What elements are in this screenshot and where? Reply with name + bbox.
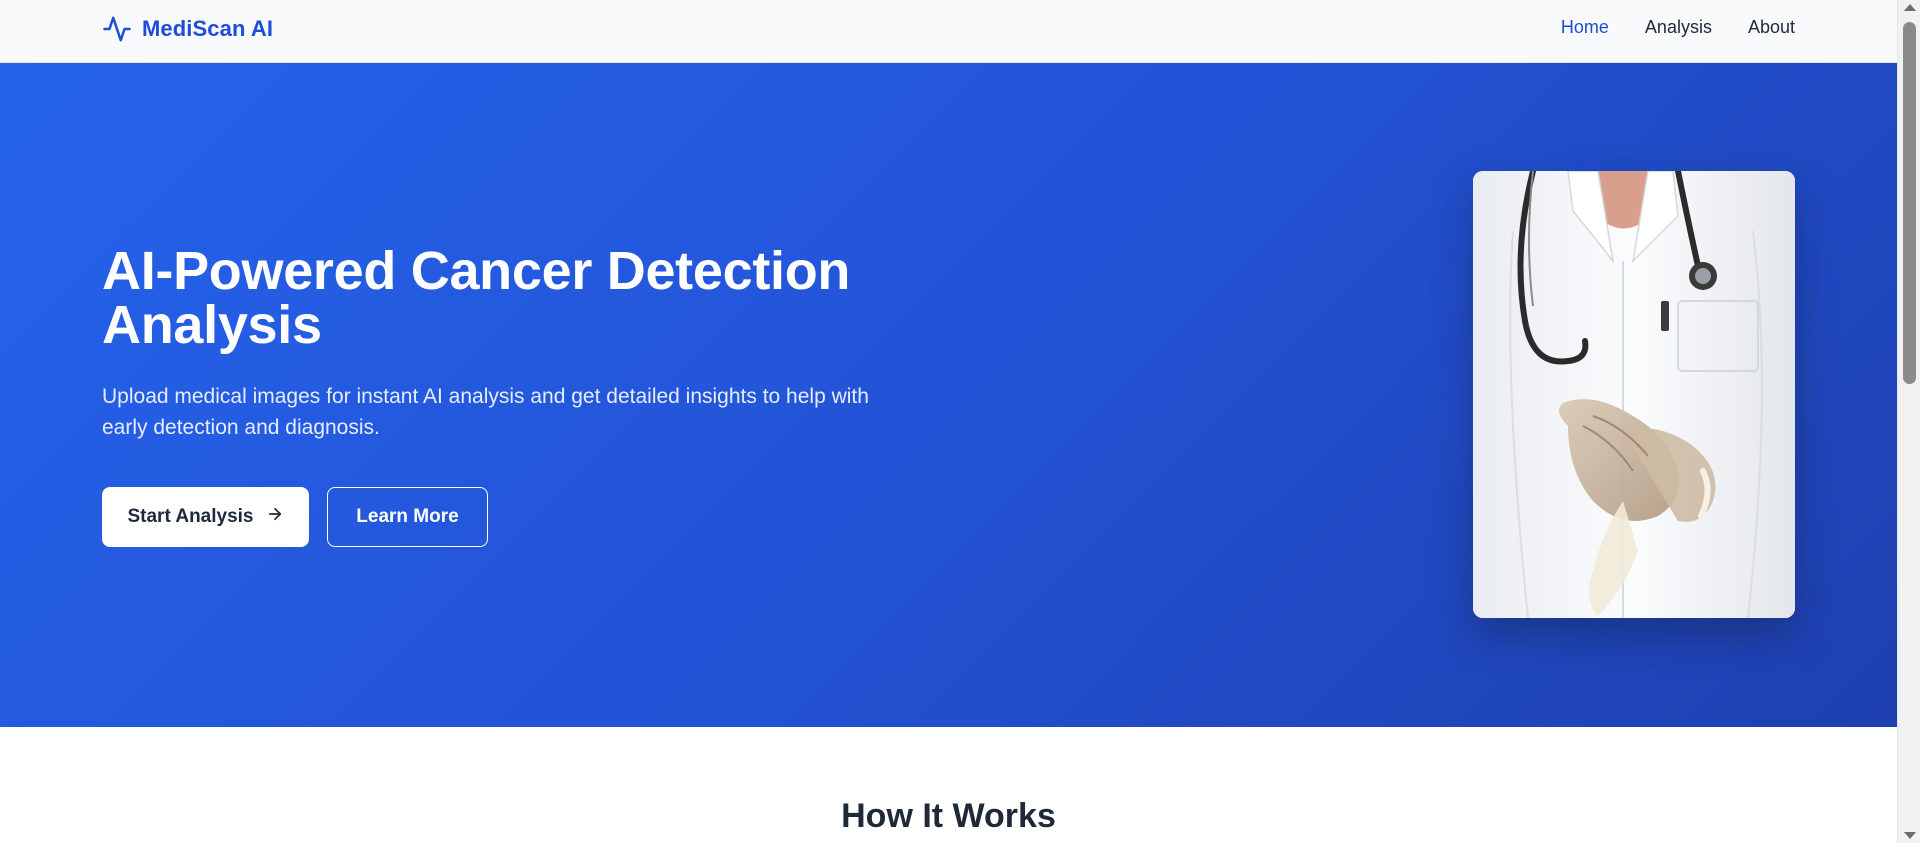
start-analysis-button[interactable]: Start Analysis <box>102 487 309 547</box>
learn-more-button[interactable]: Learn More <box>327 487 488 547</box>
brand-logo-link[interactable]: MediScan AI <box>102 14 273 44</box>
doctor-photo <box>1473 171 1795 618</box>
scroll-down-arrow-icon[interactable] <box>1904 832 1916 839</box>
brand-name: MediScan AI <box>142 16 274 41</box>
scroll-up-arrow-icon[interactable] <box>1904 4 1916 11</box>
nav-link-about[interactable]: About <box>1748 17 1795 38</box>
hero-title: AI-Powered Cancer Detection Analysis <box>102 241 851 355</box>
hero-section: AI-Powered Cancer Detection Analysis Upl… <box>0 63 1897 727</box>
learn-more-label: Learn More <box>356 506 459 527</box>
scroll-thumb[interactable] <box>1903 22 1916 384</box>
page: MediScan AI Home Analysis About AI-Power… <box>0 0 1897 843</box>
nav-link-analysis[interactable]: Analysis <box>1645 17 1712 38</box>
hero-subtitle: Upload medical images for instant AI ana… <box>102 385 869 439</box>
arrow-right-icon <box>266 505 284 529</box>
start-analysis-label: Start Analysis <box>127 506 254 527</box>
top-navbar: MediScan AI Home Analysis About <box>0 0 1897 63</box>
activity-pulse-icon <box>102 14 132 44</box>
main-nav: Home Analysis About <box>1561 17 1795 38</box>
how-it-works-title: How It Works <box>841 797 1056 835</box>
page-scrollbar[interactable] <box>1897 0 1920 843</box>
nav-link-home[interactable]: Home <box>1561 17 1609 38</box>
